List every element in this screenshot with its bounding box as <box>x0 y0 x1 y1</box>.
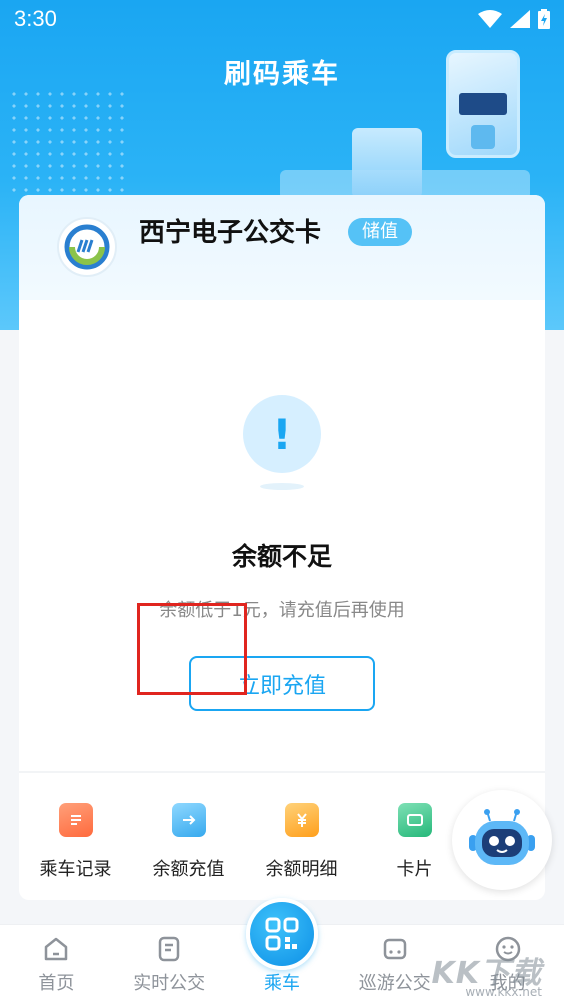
feature-label: 卡片 <box>396 859 433 880</box>
dot-pattern <box>8 88 128 198</box>
tab-home[interactable]: 首页 <box>0 925 113 1004</box>
recharge-now-button[interactable]: 立即充值 <box>189 656 375 711</box>
card-type-badge: 储值 <box>348 218 412 246</box>
feature-label: 余额明细 <box>265 859 338 880</box>
card-icon <box>397 803 432 837</box>
bus-company-logo <box>57 217 117 277</box>
feature-label: 乘车记录 <box>39 859 112 880</box>
wifi-icon <box>478 10 502 28</box>
divider <box>19 771 545 773</box>
card-header: 西宁电子公交卡 储值 <box>19 195 545 300</box>
warning-icon: ! <box>243 395 321 473</box>
ride-qr-button[interactable] <box>246 898 318 970</box>
robot-assistant-button[interactable] <box>452 790 552 890</box>
tab-label: 首页 <box>38 973 75 994</box>
tab-label: 巡游公交 <box>358 973 431 994</box>
status-time: 3:30 <box>14 6 57 31</box>
tab-label: 乘车 <box>263 973 300 994</box>
ride-record-icon <box>58 803 93 837</box>
printer-illustration <box>352 128 422 198</box>
tab-label: 实时公交 <box>133 973 206 994</box>
balance-detail-icon <box>284 803 319 837</box>
alert-block: ! <box>19 395 545 490</box>
balance-topup-icon <box>171 803 206 837</box>
feature-ride-record[interactable]: 乘车记录 <box>19 781 132 891</box>
battery-icon <box>538 9 550 29</box>
signal-icon <box>510 10 530 28</box>
bus-card-panel: 西宁电子公交卡 储值 ! 余额不足 余额低于1元，请充值后再使用 立即充值 乘车… <box>19 195 545 900</box>
robot-icon <box>469 809 535 865</box>
home-icon <box>45 937 68 961</box>
realtime-bus-icon <box>158 936 180 962</box>
feature-label: 余额充值 <box>152 859 225 880</box>
alert-title: 余额不足 <box>231 542 332 571</box>
alert-description: 余额低于1元，请充值后再使用 <box>159 600 405 621</box>
feature-balance-topup[interactable]: 余额充值 <box>132 781 245 891</box>
card-name: 西宁电子公交卡 <box>139 218 322 248</box>
page-title: 刷码乘车 <box>224 59 340 90</box>
warning-icon-shadow <box>260 483 304 490</box>
tour-bus-icon <box>383 938 407 960</box>
feature-balance-detail[interactable]: 余额明细 <box>245 781 358 891</box>
watermark-url: www.kkx.net <box>465 985 542 999</box>
tab-realtime-bus[interactable]: 实时公交 <box>113 925 226 1004</box>
status-bar: 3:30 <box>0 0 564 38</box>
qr-code-icon <box>265 917 299 951</box>
